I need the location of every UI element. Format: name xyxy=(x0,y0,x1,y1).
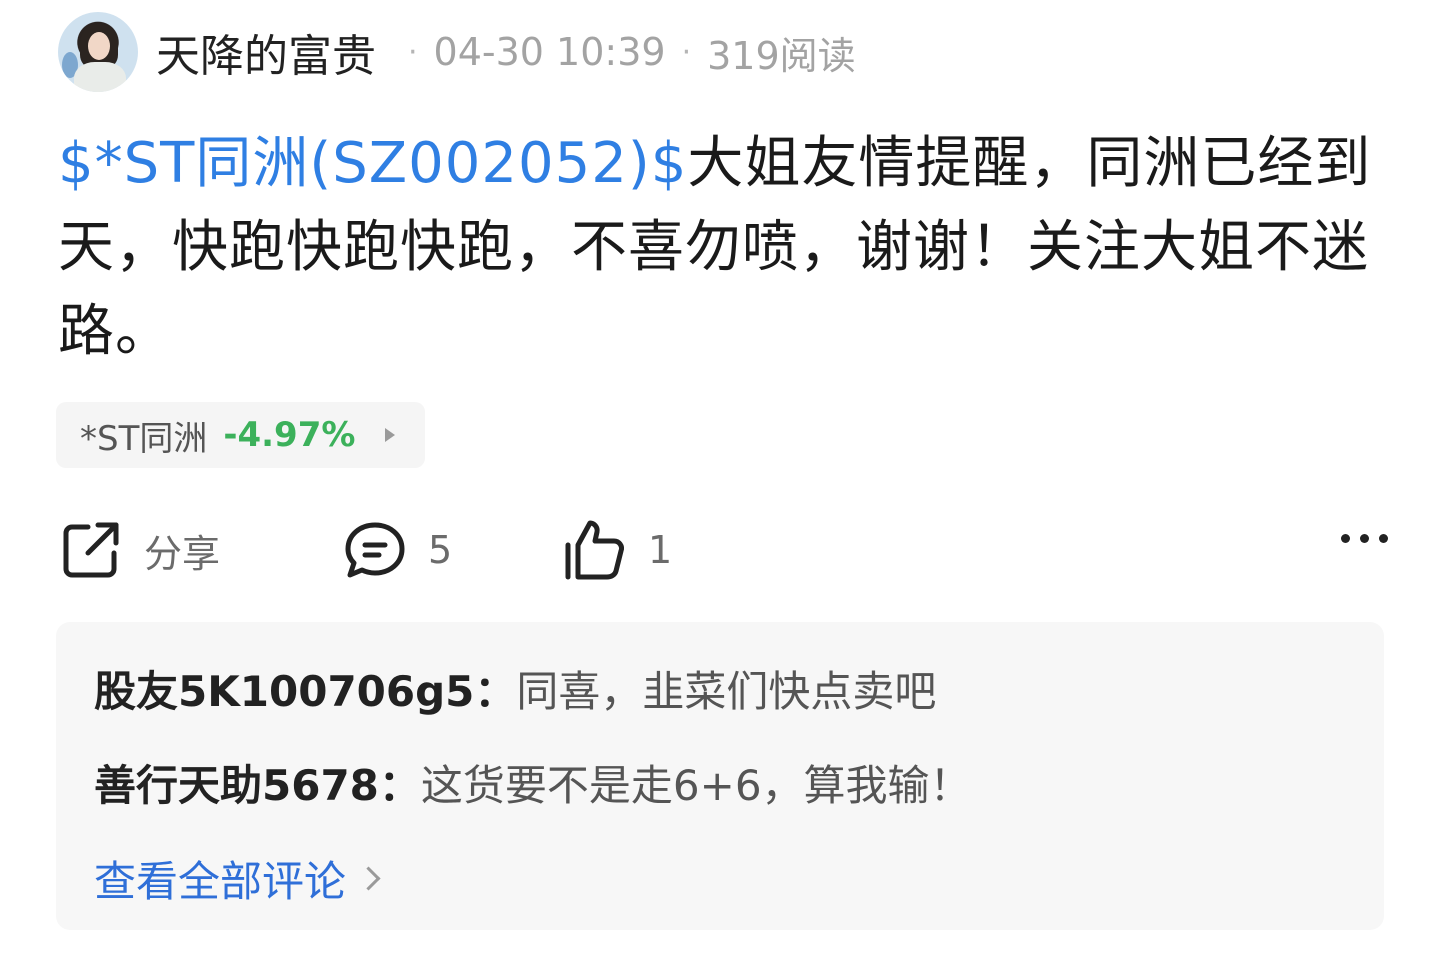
action-bar: 分享 5 1 xyxy=(58,512,1388,588)
post-meta: · 04-30 10:39 · 319阅读 xyxy=(392,25,856,80)
comment-count: 5 xyxy=(428,528,453,572)
comment-text: 这货要不是走6+6，算我输！ xyxy=(420,761,972,810)
stock-link[interactable]: $*ST同洲(SZ002052)$ xyxy=(58,131,687,196)
comment-item[interactable]: 善行天助5678：这货要不是走6+6，算我输！ xyxy=(94,752,972,813)
comment-user[interactable]: 股友5K100706g5： xyxy=(94,667,516,716)
play-arrow-icon xyxy=(385,428,396,442)
view-all-comments-link[interactable]: 查看全部评论 xyxy=(94,848,381,909)
stock-chip[interactable]: *ST同洲 -4.97% xyxy=(56,402,426,468)
comment-text: 同喜，韭菜们快点卖吧 xyxy=(516,667,937,716)
post-time: 04-30 10:39 xyxy=(433,30,666,74)
comment-icon xyxy=(345,522,405,578)
view-all-label: 查看全部评论 xyxy=(94,857,347,906)
separator-dot: · xyxy=(681,34,692,70)
like-icon xyxy=(565,520,624,580)
more-icon[interactable] xyxy=(1341,534,1388,543)
like-count: 1 xyxy=(648,528,673,572)
comment-user[interactable]: 善行天助5678： xyxy=(94,761,421,810)
chevron-right-icon xyxy=(356,866,381,891)
like-button[interactable]: 1 xyxy=(562,512,672,588)
stock-chip-name: *ST同洲 xyxy=(80,418,208,459)
separator-dot: · xyxy=(408,34,418,70)
comment-button[interactable]: 5 xyxy=(342,512,452,588)
share-button[interactable]: 分享 xyxy=(58,512,220,588)
avatar[interactable] xyxy=(58,12,138,92)
share-icon xyxy=(63,522,119,578)
share-label: 分享 xyxy=(144,531,221,576)
author-name[interactable]: 天降的富贵 xyxy=(156,20,376,84)
post-header: 天降的富贵 · 04-30 10:39 · 319阅读 xyxy=(58,12,856,92)
post-card: 天降的富贵 · 04-30 10:39 · 319阅读 $*ST同洲(SZ002… xyxy=(0,0,1440,959)
comment-item[interactable]: 股友5K100706g5：同喜，韭菜们快点卖吧 xyxy=(94,658,936,719)
post-content: $*ST同洲(SZ002052)$大姐友情提醒，同洲已经到天，快跑快跑快跑，不喜… xyxy=(58,122,1398,374)
view-count: 319阅读 xyxy=(707,33,856,78)
stock-chip-change: -4.97% xyxy=(223,415,356,455)
comments-panel: 股友5K100706g5：同喜，韭菜们快点卖吧 善行天助5678：这货要不是走6… xyxy=(56,622,1384,930)
